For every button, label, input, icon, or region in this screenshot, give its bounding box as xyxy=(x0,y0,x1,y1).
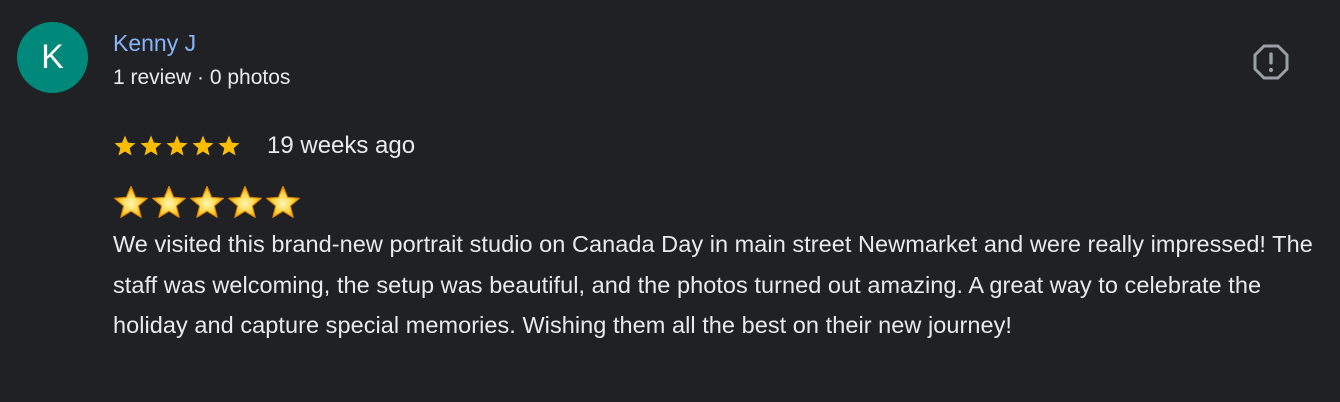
avatar[interactable]: K xyxy=(17,22,88,93)
rating-row: 19 weeks ago xyxy=(113,129,415,163)
emoji-stars xyxy=(112,184,302,222)
star-icon xyxy=(165,134,189,158)
review-text: We visited this brand-new portrait studi… xyxy=(113,231,1313,338)
star-icon xyxy=(191,134,215,158)
glowing-star-emoji-icon xyxy=(226,184,264,222)
glowing-star-emoji-icon xyxy=(150,184,188,222)
author-meta: 1 review · 0 photos xyxy=(113,66,291,89)
review-card: K Kenny J 1 review · 0 photos 19 weeks a… xyxy=(0,0,1340,402)
glowing-star-emoji-icon xyxy=(188,184,226,222)
author-name[interactable]: Kenny J xyxy=(113,28,196,58)
glowing-star-emoji-icon xyxy=(112,184,150,222)
report-review-button[interactable] xyxy=(1251,42,1291,82)
star-rating xyxy=(113,134,241,158)
glowing-star-emoji-icon xyxy=(264,184,302,222)
star-icon xyxy=(139,134,163,158)
star-icon xyxy=(217,134,241,158)
report-icon xyxy=(1253,44,1289,80)
star-icon xyxy=(113,134,137,158)
review-time: 19 weeks ago xyxy=(267,132,416,159)
